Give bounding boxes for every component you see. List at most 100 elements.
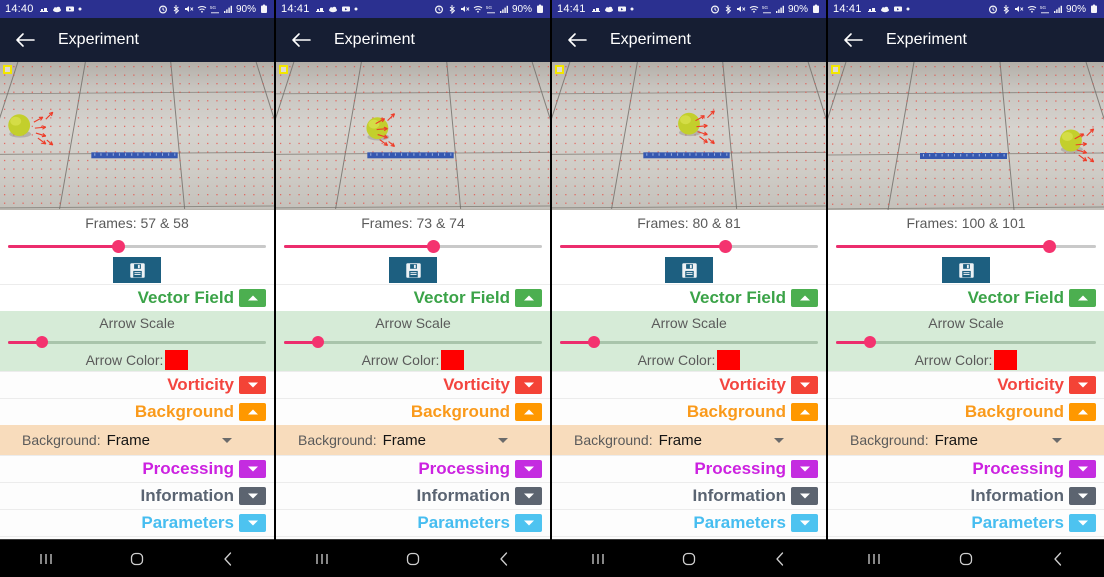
- section-header-parameters[interactable]: Parameters: [552, 509, 826, 536]
- section-header-processing[interactable]: Processing: [0, 455, 274, 482]
- save-button[interactable]: [942, 257, 990, 283]
- arrow-color-swatch[interactable]: [441, 350, 465, 370]
- back-arrow-icon[interactable]: [566, 29, 588, 51]
- arrow-color-row[interactable]: Arrow Color:: [276, 349, 550, 371]
- chevron-down-icon[interactable]: [1069, 514, 1096, 532]
- arrow-scale-slider-row[interactable]: [276, 335, 550, 349]
- section-header-vorticity[interactable]: Vorticity: [828, 371, 1104, 398]
- arrow-scale-knob[interactable]: [587, 336, 600, 348]
- chevron-down-icon[interactable]: [239, 376, 266, 394]
- chevron-down-icon[interactable]: [791, 514, 818, 532]
- recents-icon[interactable]: [859, 546, 889, 572]
- chevron-down-icon[interactable]: [515, 460, 542, 478]
- chevron-up-icon[interactable]: [515, 403, 542, 421]
- nav-back-icon[interactable]: [489, 546, 519, 572]
- section-header-background[interactable]: Background: [276, 398, 550, 425]
- chevron-up-icon[interactable]: [239, 403, 266, 421]
- frame-slider-knob[interactable]: [427, 239, 441, 253]
- arrow-scale-slider[interactable]: [560, 336, 818, 348]
- arrow-color-swatch[interactable]: [165, 350, 189, 370]
- section-header-information[interactable]: Information: [276, 482, 550, 509]
- save-button[interactable]: [113, 257, 161, 283]
- recents-icon[interactable]: [583, 546, 613, 572]
- arrow-scale-knob[interactable]: [311, 336, 324, 348]
- frame-slider-row[interactable]: [276, 236, 550, 256]
- chevron-down-icon[interactable]: [791, 376, 818, 394]
- back-arrow-icon[interactable]: [842, 29, 864, 51]
- background-select-value[interactable]: Frame: [935, 432, 978, 449]
- arrow-color-swatch[interactable]: [717, 350, 741, 370]
- experiment-video-frame[interactable]: [828, 62, 1104, 210]
- arrow-scale-slider-row[interactable]: [552, 335, 826, 349]
- chevron-up-icon[interactable]: [1069, 403, 1096, 421]
- arrow-scale-slider[interactable]: [836, 336, 1096, 348]
- caret-down-icon[interactable]: [1052, 437, 1062, 443]
- save-button[interactable]: [389, 257, 437, 283]
- chevron-down-icon[interactable]: [791, 487, 818, 505]
- chevron-down-icon[interactable]: [239, 487, 266, 505]
- frame-slider[interactable]: [284, 239, 542, 253]
- nav-back-icon[interactable]: [213, 546, 243, 572]
- arrow-color-row[interactable]: Arrow Color:: [828, 349, 1104, 371]
- section-header-vector-field[interactable]: Vector Field: [0, 284, 274, 311]
- chevron-down-icon[interactable]: [791, 460, 818, 478]
- section-header-processing[interactable]: Processing: [276, 455, 550, 482]
- section-header-parameters[interactable]: Parameters: [0, 509, 274, 536]
- arrow-scale-slider[interactable]: [284, 336, 542, 348]
- home-icon[interactable]: [674, 546, 704, 572]
- frame-slider[interactable]: [8, 239, 266, 253]
- frame-slider-knob[interactable]: [112, 239, 126, 253]
- chevron-down-icon[interactable]: [239, 460, 266, 478]
- chevron-up-icon[interactable]: [515, 289, 542, 307]
- section-header-information[interactable]: Information: [828, 482, 1104, 509]
- chevron-down-icon[interactable]: [515, 487, 542, 505]
- home-icon[interactable]: [122, 546, 152, 572]
- frame-slider-row[interactable]: [552, 236, 826, 256]
- section-header-parameters[interactable]: Parameters: [276, 509, 550, 536]
- chevron-down-icon[interactable]: [515, 514, 542, 532]
- frame-slider-row[interactable]: [828, 236, 1104, 256]
- section-header-vorticity[interactable]: Vorticity: [552, 371, 826, 398]
- nav-back-icon[interactable]: [1043, 546, 1073, 572]
- section-header-information[interactable]: Information: [552, 482, 826, 509]
- back-arrow-icon[interactable]: [290, 29, 312, 51]
- section-header-vector-field[interactable]: Vector Field: [276, 284, 550, 311]
- section-header-vorticity[interactable]: Vorticity: [0, 371, 274, 398]
- chevron-up-icon[interactable]: [791, 289, 818, 307]
- arrow-scale-slider-row[interactable]: [828, 335, 1104, 349]
- back-arrow-icon[interactable]: [14, 29, 36, 51]
- chevron-down-icon[interactable]: [1069, 460, 1096, 478]
- experiment-video-frame[interactable]: [276, 62, 550, 210]
- arrow-color-row[interactable]: Arrow Color:: [0, 349, 274, 371]
- nav-back-icon[interactable]: [765, 546, 795, 572]
- section-header-background[interactable]: Background: [0, 398, 274, 425]
- caret-down-icon[interactable]: [774, 437, 784, 443]
- chevron-up-icon[interactable]: [239, 289, 266, 307]
- section-header-processing[interactable]: Processing: [552, 455, 826, 482]
- frame-slider-knob[interactable]: [718, 239, 732, 253]
- recents-icon[interactable]: [31, 546, 61, 572]
- frame-slider[interactable]: [560, 239, 818, 253]
- arrow-scale-knob[interactable]: [863, 336, 876, 348]
- arrow-color-swatch[interactable]: [994, 350, 1018, 370]
- arrow-color-row[interactable]: Arrow Color:: [552, 349, 826, 371]
- section-header-processing[interactable]: Processing: [828, 455, 1104, 482]
- save-button[interactable]: [665, 257, 713, 283]
- section-header-background[interactable]: Background: [552, 398, 826, 425]
- recents-icon[interactable]: [307, 546, 337, 572]
- section-header-vorticity[interactable]: Vorticity: [276, 371, 550, 398]
- experiment-video-frame[interactable]: [0, 62, 274, 210]
- background-select-value[interactable]: Frame: [659, 432, 702, 449]
- arrow-scale-knob[interactable]: [35, 336, 48, 348]
- chevron-up-icon[interactable]: [791, 403, 818, 421]
- experiment-video-frame[interactable]: [552, 62, 826, 210]
- section-header-vector-field[interactable]: Vector Field: [552, 284, 826, 311]
- home-icon[interactable]: [398, 546, 428, 572]
- arrow-scale-slider[interactable]: [8, 336, 266, 348]
- caret-down-icon[interactable]: [498, 437, 508, 443]
- chevron-down-icon[interactable]: [515, 376, 542, 394]
- frame-slider-row[interactable]: [0, 236, 274, 256]
- arrow-scale-slider-row[interactable]: [0, 335, 274, 349]
- frame-slider[interactable]: [836, 239, 1096, 253]
- chevron-down-icon[interactable]: [1069, 376, 1096, 394]
